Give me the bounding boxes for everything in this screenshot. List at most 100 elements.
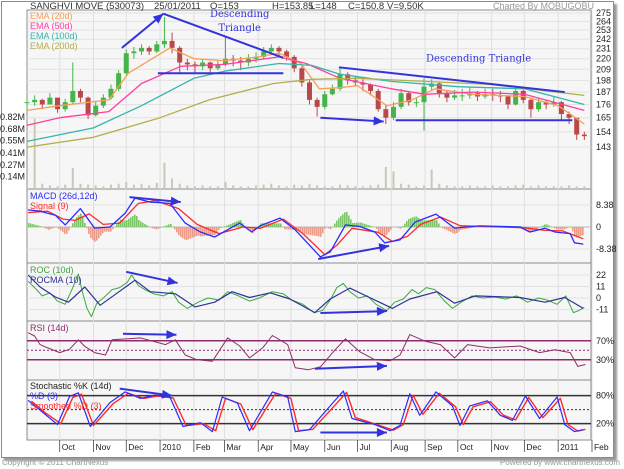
macd-histogram-bar [280, 223, 282, 227]
powered-by-link[interactable]: Powered by www.chartnexus.com [500, 458, 620, 467]
candle-body [505, 96, 511, 105]
macd-histogram-bar [72, 223, 74, 227]
macd-histogram-bar [54, 227, 56, 228]
candle-body [413, 102, 419, 104]
volume-tick-label: 0.27M [0, 160, 25, 170]
month-label: Oct [460, 442, 474, 452]
candle-body [314, 99, 320, 107]
candle-body [70, 90, 76, 103]
candle-body [390, 106, 396, 118]
volume-bar [430, 169, 433, 189]
candle-body [177, 47, 183, 63]
candle-body [398, 93, 404, 107]
volume-bar [392, 171, 395, 189]
volume-bar [361, 186, 364, 189]
month-label: Mar [226, 442, 241, 452]
annotation-text: Descending Triangle [426, 54, 531, 65]
volume-bar [224, 181, 227, 189]
macd-histogram-bar [220, 227, 222, 229]
candle-body [154, 44, 160, 52]
macd-histogram-bar [554, 227, 556, 229]
month-label: Nov [96, 442, 112, 452]
candle-body [329, 88, 335, 95]
macd-histogram-bar [276, 223, 278, 227]
macd-histogram-bar [326, 227, 328, 228]
macd-histogram-bar [174, 227, 176, 230]
candle-body [291, 56, 297, 69]
volume-bar [316, 185, 319, 189]
macd-histogram-bar [550, 226, 552, 227]
candle-body [452, 95, 458, 98]
macd-histogram-bar [396, 227, 398, 228]
month-label: 2011 [560, 442, 579, 452]
month-label: Dec [128, 442, 144, 452]
macd-histogram-bar [142, 222, 144, 227]
candle-body [139, 47, 145, 52]
macd-histogram-bar [46, 227, 48, 230]
month-label: Aug [393, 442, 408, 452]
month-label: Nov [494, 442, 510, 452]
volume-bar [323, 186, 326, 189]
macd-histogram-bar [274, 223, 276, 227]
macd-histogram-bar [38, 225, 40, 227]
macd-histogram-bar [306, 227, 308, 235]
volume-bar [537, 185, 540, 189]
macd-histogram-bar [156, 227, 158, 230]
macd-histogram-bar [386, 227, 388, 235]
legend-ema20: EMA (20d) [30, 11, 73, 21]
legend-ema50: EMA (50d) [30, 21, 73, 31]
macd-histogram-bar [48, 227, 50, 230]
volume-bar [308, 183, 311, 189]
macd-histogram-bar [166, 225, 168, 227]
rsi-tick-label: 70% [596, 336, 614, 346]
macd-histogram-bar [400, 227, 402, 229]
legend-ema100: EMA (100d) [30, 31, 78, 41]
macd-histogram-bar [562, 227, 564, 230]
macd-histogram-bar [68, 227, 70, 231]
macd-histogram-bar [94, 227, 96, 242]
macd-histogram-bar [330, 227, 332, 230]
month-label: Sep [427, 442, 442, 452]
macd-histogram-bar [408, 218, 410, 227]
volume-bar [209, 186, 212, 189]
volume-bar [506, 186, 509, 189]
volume-bar [384, 167, 387, 189]
macd-histogram-bar [342, 214, 344, 227]
macd-histogram-bar [560, 227, 562, 230]
macd-histogram-bar [128, 218, 130, 227]
volume-bar [453, 186, 456, 189]
macd-histogram-bar [224, 226, 226, 227]
volume-bar [423, 185, 426, 189]
macd-histogram-bar [558, 227, 560, 230]
macd-histogram-bar [578, 227, 580, 237]
candle-body [459, 95, 465, 97]
price-tick-label: 220 [596, 54, 611, 64]
macd-histogram-bar [118, 221, 120, 227]
macd-histogram-bar [76, 217, 78, 227]
macd-histogram-bar [158, 227, 160, 229]
volume-bar [552, 186, 555, 189]
macd-histogram-bar [66, 227, 68, 234]
macd-histogram-bar [406, 221, 408, 227]
month-label: Dec [526, 442, 542, 452]
macd-tick-label: 8.38 [596, 200, 614, 210]
candle-body [47, 97, 53, 105]
macd-histogram-bar [566, 227, 568, 229]
macd-histogram-bar [380, 227, 382, 234]
macd-histogram-bar [130, 217, 132, 227]
volume-bar [163, 162, 166, 189]
macd-histogram-bar [40, 226, 42, 227]
macd-histogram-bar [318, 227, 320, 237]
macd-histogram-bar [438, 223, 440, 227]
legend-rsi: RSI (14d) [30, 323, 69, 333]
macd-histogram-bar [402, 226, 404, 227]
macd-histogram-bar [110, 227, 112, 232]
macd-histogram-bar [228, 224, 230, 227]
macd-histogram-bar [390, 227, 392, 230]
month-label: Oct [62, 442, 76, 452]
macd-histogram-bar [218, 227, 220, 230]
volume-bar [132, 184, 135, 189]
candle-body [536, 102, 542, 110]
candle-body [24, 102, 30, 104]
quote-low: L=148 [310, 1, 337, 12]
